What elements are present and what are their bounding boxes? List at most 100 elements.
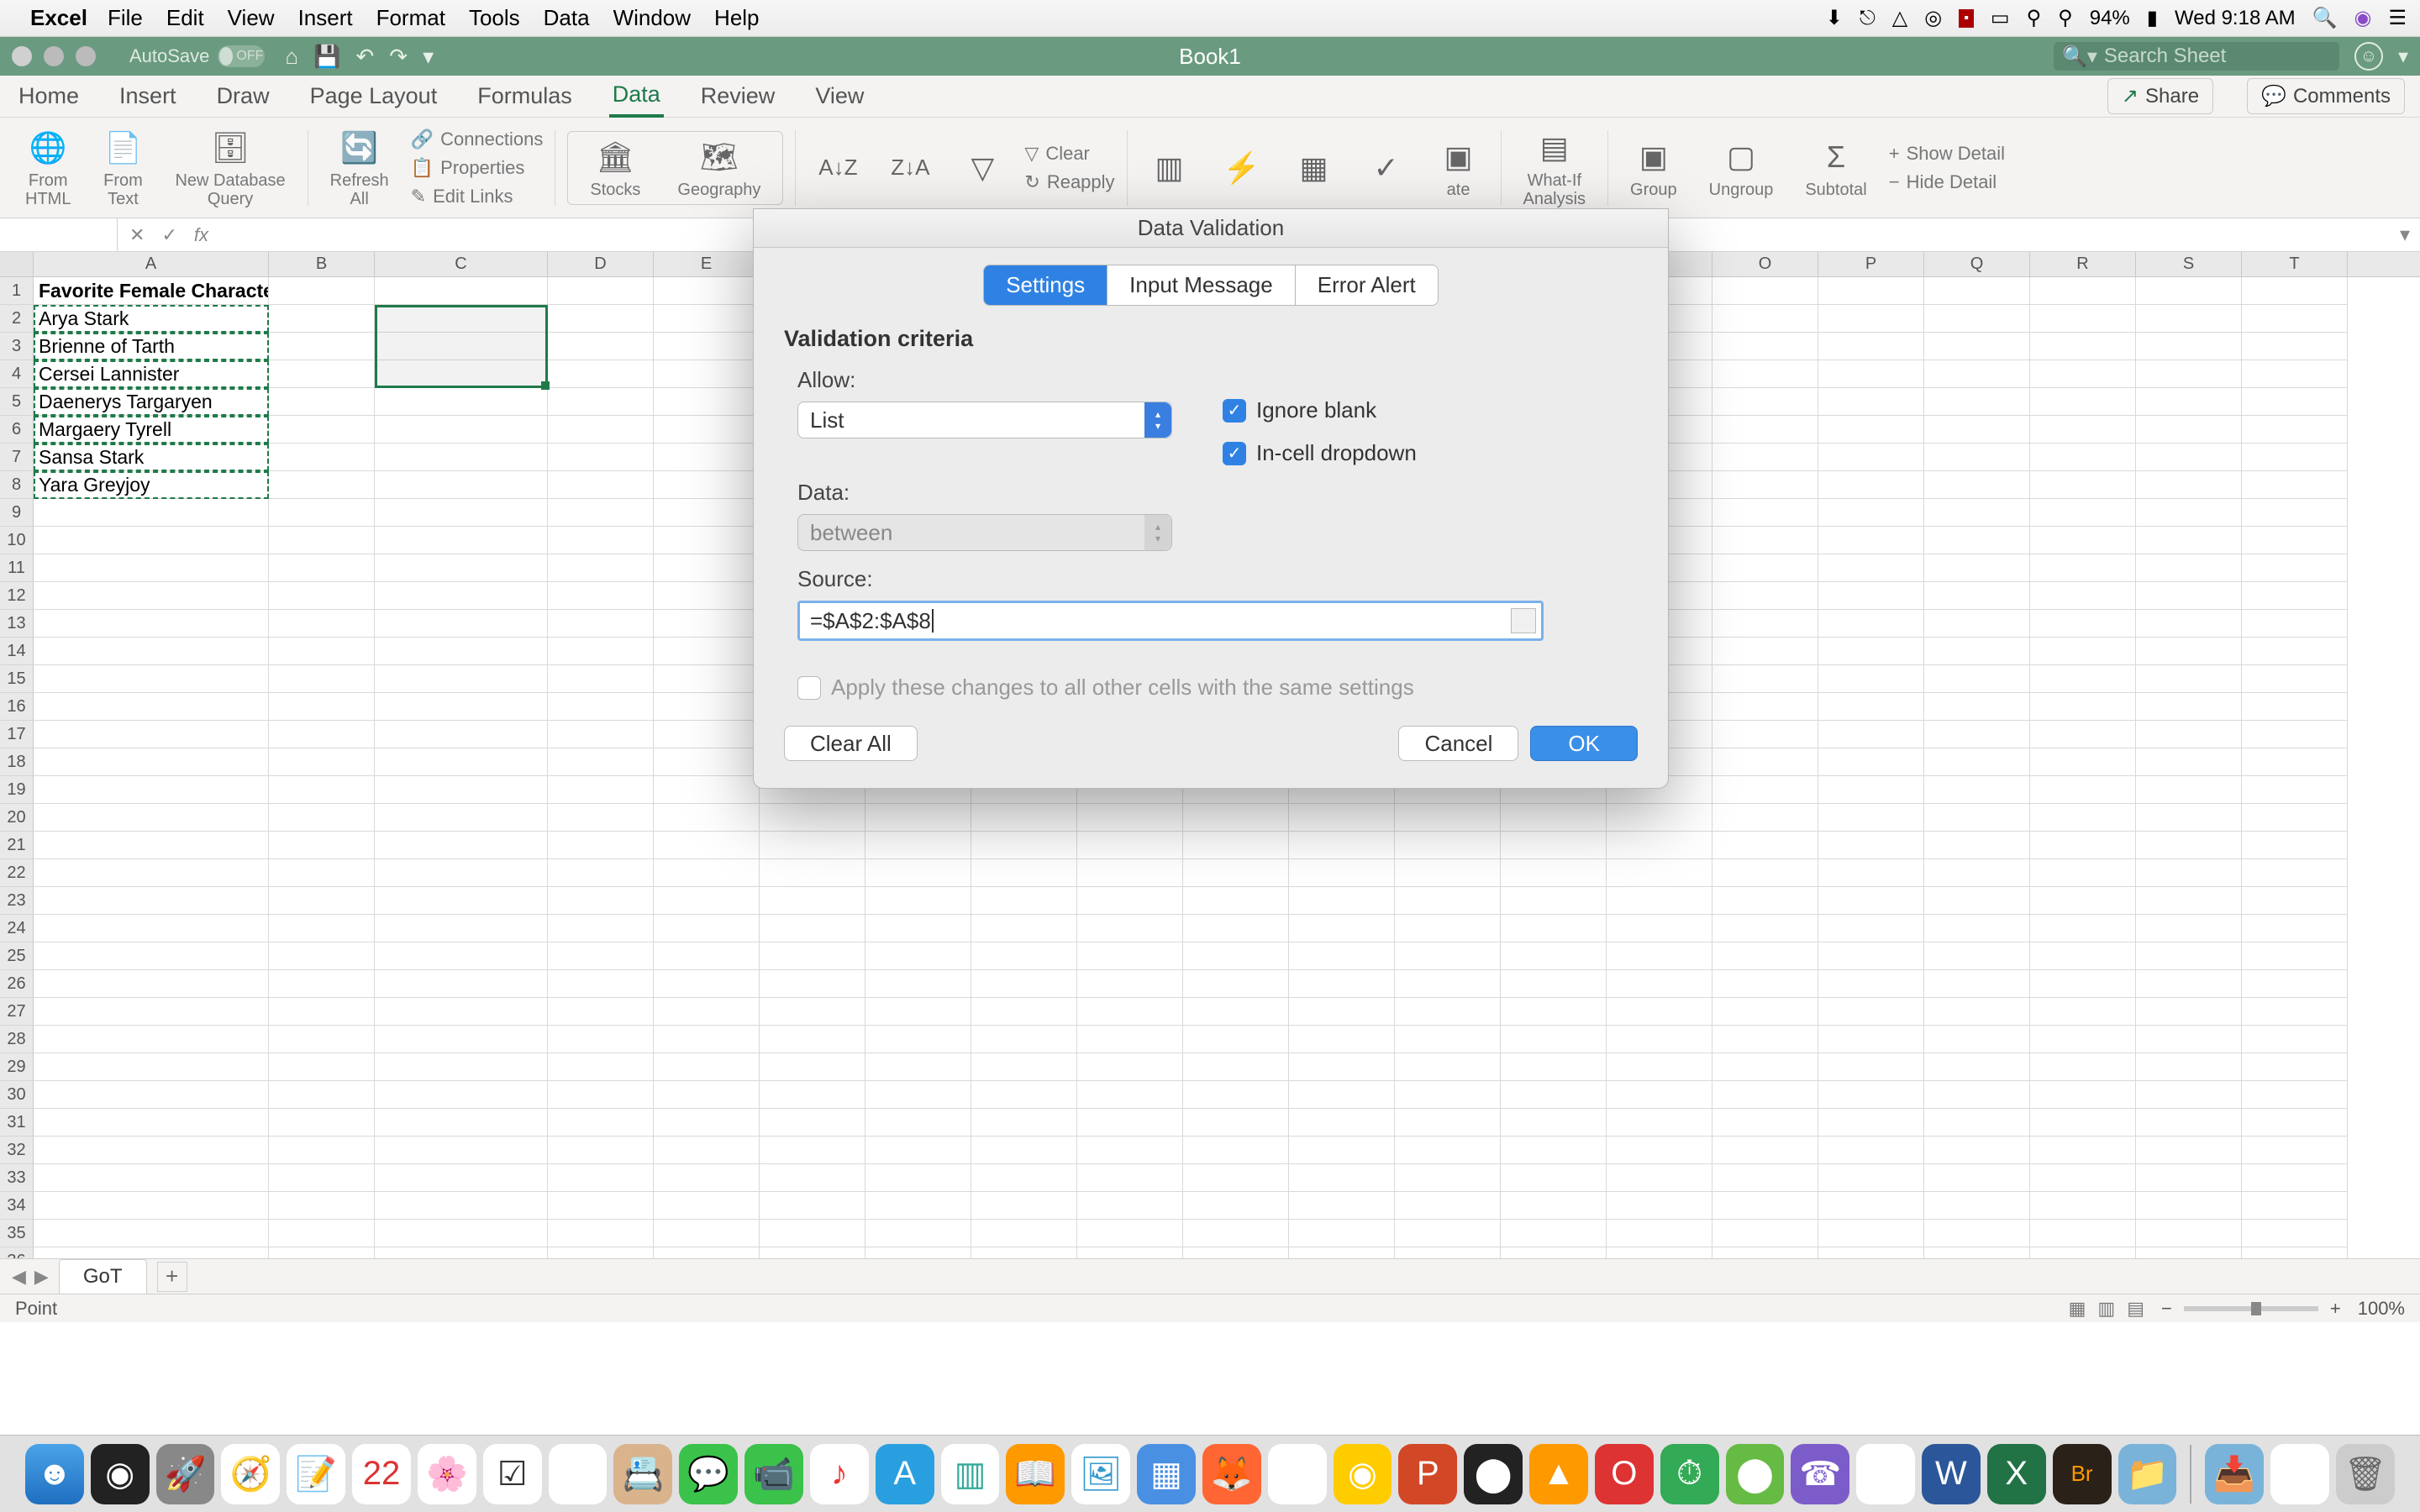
- cell[interactable]: [1818, 1026, 1924, 1053]
- cell[interactable]: [2242, 915, 2348, 942]
- dock-powerpoint[interactable]: P: [1398, 1444, 1457, 1504]
- cell[interactable]: [654, 1247, 760, 1258]
- cell[interactable]: [760, 1137, 865, 1164]
- cell[interactable]: [375, 388, 548, 416]
- col-header-b[interactable]: B: [269, 252, 375, 276]
- dock-activity[interactable]: ⬤: [1464, 1444, 1523, 1504]
- cell[interactable]: [1818, 721, 1924, 748]
- dock-contacts[interactable]: 📇: [613, 1444, 672, 1504]
- cell[interactable]: [2242, 1137, 2348, 1164]
- cell[interactable]: [971, 1220, 1077, 1247]
- dock-finder[interactable]: ☻: [25, 1444, 84, 1504]
- cell[interactable]: [1607, 970, 1712, 998]
- col-header-c[interactable]: C: [375, 252, 548, 276]
- cell[interactable]: [1924, 471, 2030, 499]
- cell[interactable]: [1395, 1164, 1501, 1192]
- cell[interactable]: [1607, 1053, 1712, 1081]
- cell[interactable]: [34, 859, 269, 887]
- cell[interactable]: [654, 776, 760, 804]
- row-header[interactable]: 23: [0, 887, 34, 915]
- cell[interactable]: [2242, 859, 2348, 887]
- cell[interactable]: [548, 1053, 654, 1081]
- allow-select[interactable]: List ▴▾: [797, 402, 1172, 438]
- cell[interactable]: [269, 582, 375, 610]
- cell[interactable]: [375, 915, 548, 942]
- row-header[interactable]: 2: [0, 305, 34, 333]
- cell[interactable]: [34, 721, 269, 748]
- cell[interactable]: [269, 277, 375, 305]
- cell[interactable]: [1818, 804, 1924, 832]
- cell[interactable]: [1818, 1247, 1924, 1258]
- cell[interactable]: [2136, 582, 2242, 610]
- cell[interactable]: Favorite Female Characters: [34, 277, 269, 305]
- cell[interactable]: [1183, 859, 1289, 887]
- cell[interactable]: [1818, 444, 1924, 471]
- cell[interactable]: [654, 471, 760, 499]
- from-html-button[interactable]: 🌐From HTML: [15, 128, 81, 208]
- cell[interactable]: [1395, 1192, 1501, 1220]
- cell[interactable]: [1818, 388, 1924, 416]
- cell[interactable]: [1818, 638, 1924, 665]
- row-header[interactable]: 22: [0, 859, 34, 887]
- cell[interactable]: [2242, 693, 2348, 721]
- row-header[interactable]: 4: [0, 360, 34, 388]
- app-icon[interactable]: ▪: [1959, 9, 1974, 28]
- cell[interactable]: [548, 1192, 654, 1220]
- cell[interactable]: [1924, 776, 2030, 804]
- cell[interactable]: [269, 1109, 375, 1137]
- wifi-icon[interactable]: ⚲: [2058, 6, 2073, 30]
- cell[interactable]: [375, 1164, 548, 1192]
- clock[interactable]: Wed 9:18 AM: [2175, 7, 2296, 30]
- cell[interactable]: [2030, 388, 2136, 416]
- cell[interactable]: [269, 527, 375, 554]
- cell[interactable]: [865, 832, 971, 859]
- cell[interactable]: [548, 1220, 654, 1247]
- cell[interactable]: [1501, 1053, 1607, 1081]
- cell[interactable]: [1712, 832, 1818, 859]
- col-header-p[interactable]: P: [1818, 252, 1924, 276]
- row-header[interactable]: 8: [0, 471, 34, 499]
- cell[interactable]: [269, 887, 375, 915]
- cell[interactable]: [1712, 693, 1818, 721]
- cell[interactable]: [269, 610, 375, 638]
- geography-button[interactable]: 🗺Geography: [667, 137, 771, 199]
- cell[interactable]: [760, 1109, 865, 1137]
- dock-camtasia[interactable]: ⬤: [1726, 1444, 1785, 1504]
- cell[interactable]: [1712, 582, 1818, 610]
- row-header[interactable]: 29: [0, 1053, 34, 1081]
- cell[interactable]: [1712, 1247, 1818, 1258]
- cell[interactable]: [548, 1137, 654, 1164]
- cell[interactable]: [269, 471, 375, 499]
- cell[interactable]: [2030, 1220, 2136, 1247]
- cell[interactable]: [269, 554, 375, 582]
- cell[interactable]: [2030, 582, 2136, 610]
- cell[interactable]: [375, 277, 548, 305]
- cell[interactable]: [2136, 1137, 2242, 1164]
- row-header[interactable]: 21: [0, 832, 34, 859]
- cell[interactable]: [2030, 832, 2136, 859]
- cell[interactable]: [2242, 1026, 2348, 1053]
- cell[interactable]: [1395, 1220, 1501, 1247]
- siri-icon[interactable]: ◉: [2354, 6, 2372, 30]
- cell[interactable]: [375, 887, 548, 915]
- cell[interactable]: [548, 360, 654, 388]
- cell[interactable]: [1607, 1137, 1712, 1164]
- cell[interactable]: [2030, 277, 2136, 305]
- cell[interactable]: [2030, 416, 2136, 444]
- cell[interactable]: [1818, 859, 1924, 887]
- cell[interactable]: [654, 582, 760, 610]
- cell[interactable]: [1607, 998, 1712, 1026]
- cell[interactable]: [1712, 915, 1818, 942]
- tab-view[interactable]: View: [812, 76, 867, 116]
- dock-downloads[interactable]: 📥: [2205, 1444, 2264, 1504]
- name-box[interactable]: [0, 218, 118, 251]
- cell[interactable]: [375, 444, 548, 471]
- autosave-toggle[interactable]: AutoSave OFF: [129, 45, 265, 67]
- cell[interactable]: [654, 859, 760, 887]
- cell[interactable]: [1712, 1137, 1818, 1164]
- zoom-in-icon[interactable]: +: [2330, 1298, 2341, 1320]
- cell[interactable]: [2030, 444, 2136, 471]
- cell[interactable]: [34, 1026, 269, 1053]
- cell[interactable]: [1924, 1026, 2030, 1053]
- cell[interactable]: [2136, 388, 2242, 416]
